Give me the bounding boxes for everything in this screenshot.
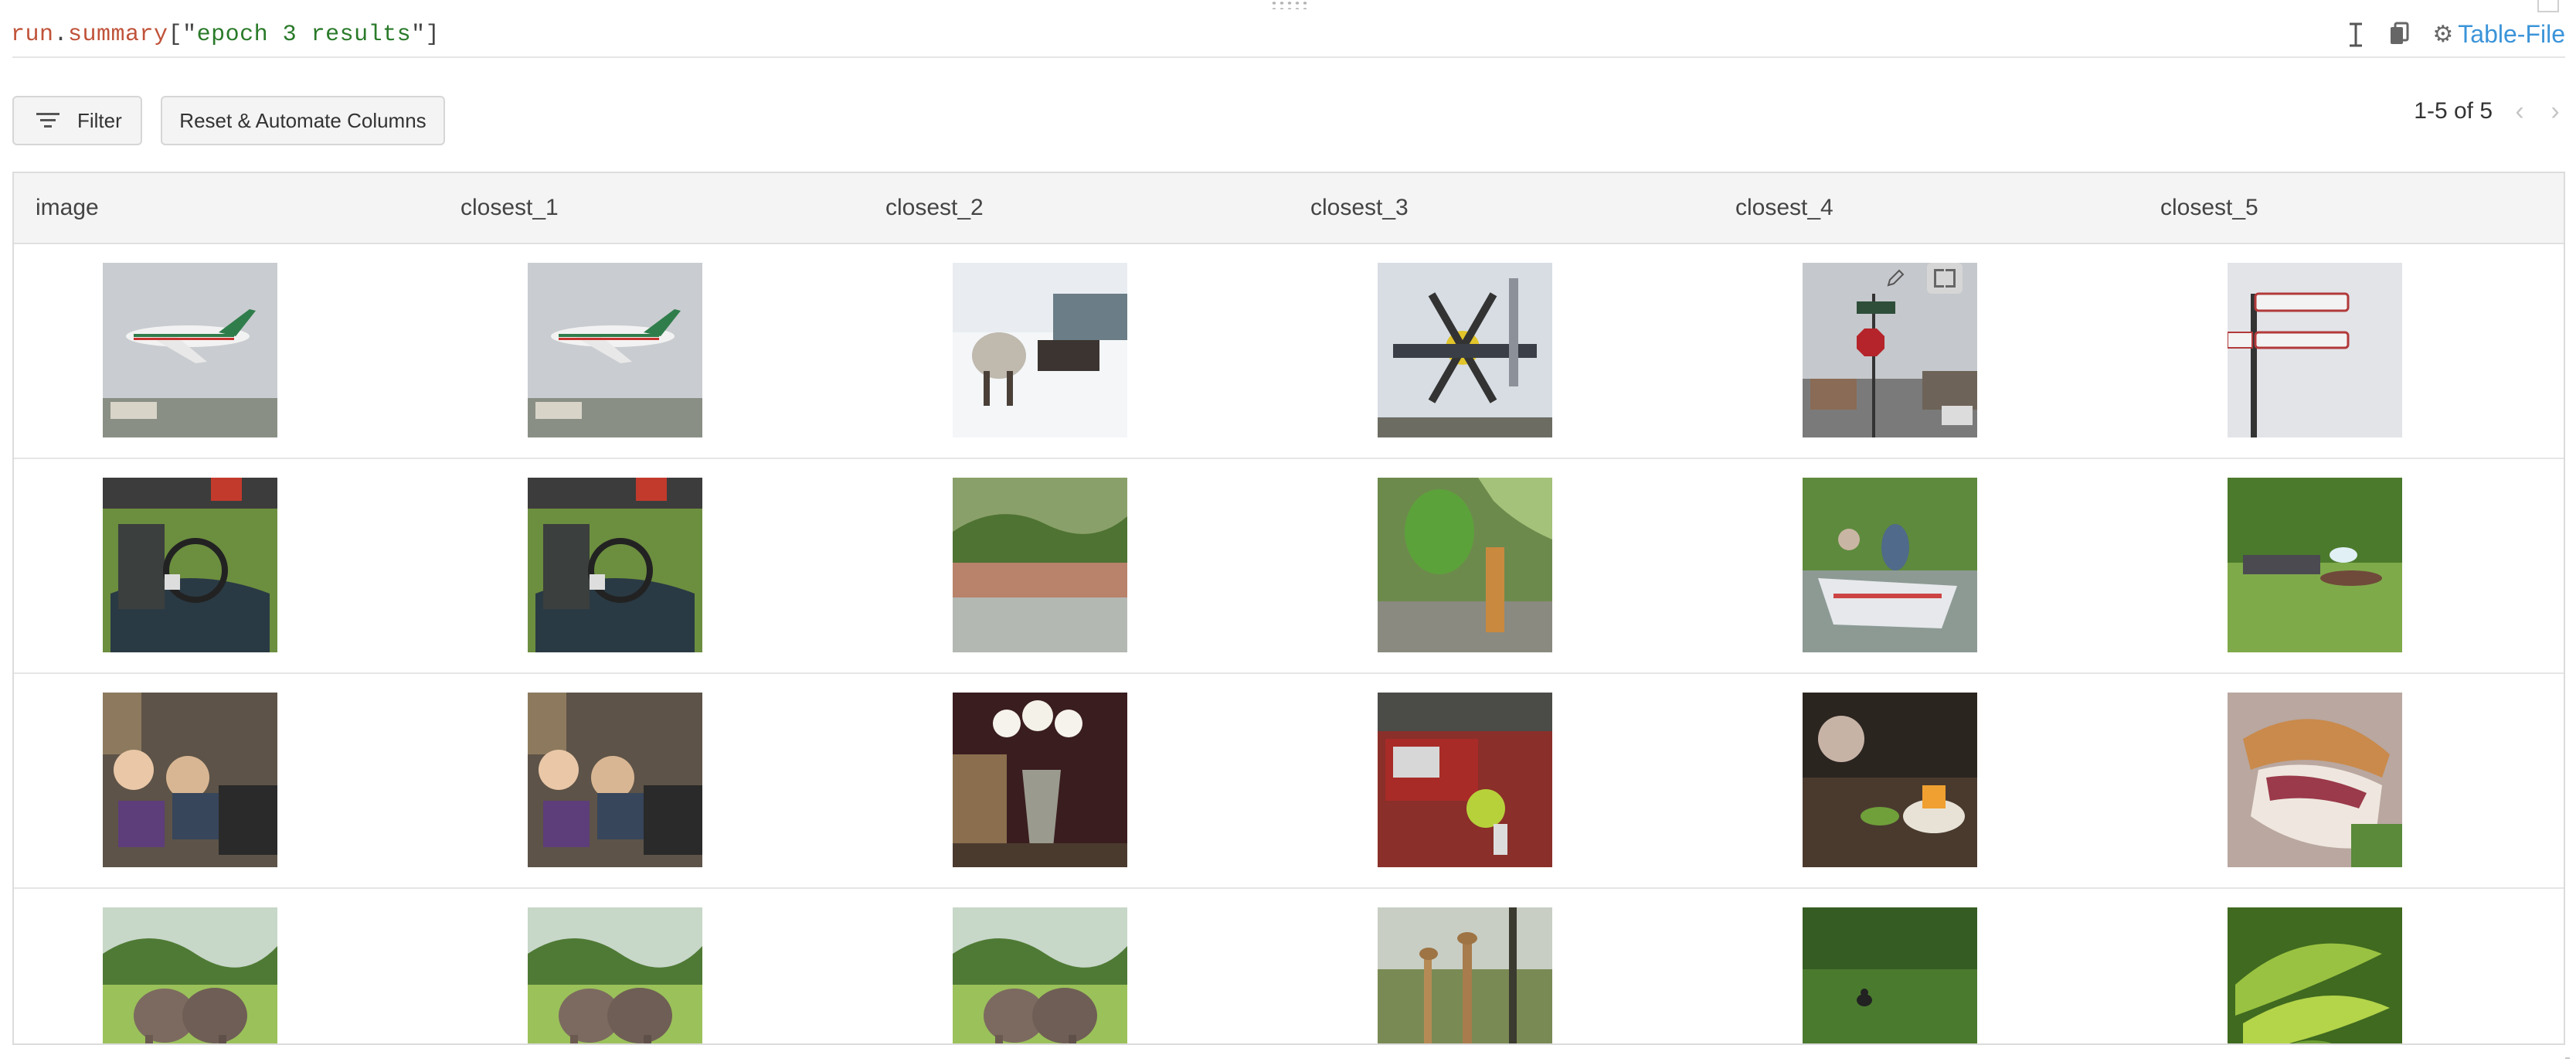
table-row <box>14 674 2564 889</box>
filter-icon <box>36 112 60 129</box>
table-row <box>14 459 2564 674</box>
table-file-link[interactable]: ⚙ Table-File <box>2432 20 2565 49</box>
table-cell <box>14 244 439 458</box>
reset-label: Reset & Automate Columns <box>179 108 427 132</box>
table-file-label: Table-File <box>2458 20 2565 48</box>
table-cell <box>14 674 439 887</box>
image-thumbnail[interactable] <box>103 693 277 867</box>
image-thumbnail[interactable] <box>103 263 277 437</box>
image-thumbnail[interactable] <box>1803 478 1977 652</box>
table-cell <box>864 674 1289 887</box>
table-cell <box>14 889 439 1043</box>
image-thumbnail[interactable] <box>2228 693 2402 867</box>
image-thumbnail[interactable] <box>1378 263 1552 437</box>
table-cell <box>1714 459 2139 672</box>
expr-attribute: summary <box>68 22 168 48</box>
table-cell <box>439 459 864 672</box>
column-header[interactable]: closest_5 <box>2139 173 2564 243</box>
panel-toolbar: ⚙ Table-File <box>2346 20 2565 49</box>
image-thumbnail[interactable] <box>528 907 702 1043</box>
table-cell <box>1289 889 1714 1043</box>
image-thumbnail[interactable] <box>953 263 1127 437</box>
table-cell <box>1714 244 2139 458</box>
column-header[interactable]: closest_4 <box>1714 173 2139 243</box>
chevron-right-icon[interactable]: › <box>2547 97 2564 127</box>
table-cell <box>1714 674 2139 887</box>
image-thumbnail[interactable] <box>2228 263 2402 437</box>
expr-dot: . <box>53 22 69 48</box>
pagination: 1-5 of 5 ‹ › <box>2414 96 2564 127</box>
column-header[interactable]: closest_2 <box>864 173 1289 243</box>
table-cell <box>1289 459 1714 672</box>
query-expression[interactable]: run.summary["epoch 3 results"] <box>11 22 440 48</box>
image-thumbnail[interactable] <box>1378 907 1552 1043</box>
image-thumbnail[interactable] <box>103 478 277 652</box>
filter-button[interactable]: Filter <box>12 96 142 145</box>
expand-icon[interactable] <box>1927 263 1963 294</box>
table-cell <box>2139 244 2564 458</box>
column-header[interactable]: closest_3 <box>1289 173 1714 243</box>
expr-open: [" <box>168 22 197 48</box>
table-row <box>14 889 2564 1043</box>
image-thumbnail[interactable] <box>953 907 1127 1043</box>
image-thumbnail[interactable] <box>1378 478 1552 652</box>
table-cell <box>14 459 439 672</box>
table-cell <box>1289 244 1714 458</box>
image-thumbnail[interactable] <box>1803 907 1977 1043</box>
image-thumbnail[interactable] <box>528 478 702 652</box>
table-cell <box>1714 889 2139 1043</box>
filter-label: Filter <box>77 108 122 132</box>
image-thumbnail[interactable] <box>528 263 702 437</box>
text-cursor-icon[interactable] <box>2346 22 2366 48</box>
image-thumbnail[interactable] <box>2228 907 2402 1043</box>
table-header: image closest_1 closest_2 closest_3 clos… <box>14 173 2564 244</box>
image-thumbnail[interactable] <box>953 478 1127 652</box>
expr-close: "] <box>411 22 440 48</box>
expr-key: epoch 3 results <box>196 22 412 48</box>
page-range: 1-5 of 5 <box>2414 98 2493 124</box>
image-thumbnail[interactable] <box>1378 693 1552 867</box>
expr-object: run <box>11 22 54 48</box>
table-cell <box>439 244 864 458</box>
table-cell <box>864 459 1289 672</box>
image-thumbnail[interactable] <box>103 907 277 1043</box>
table-row <box>14 244 2564 459</box>
table-body <box>14 244 2564 1043</box>
table-cell <box>2139 459 2564 672</box>
image-thumbnail[interactable] <box>2228 478 2402 652</box>
panel-corner-icon <box>2537 0 2559 12</box>
table-cell <box>1289 674 1714 887</box>
column-header[interactable]: image <box>14 173 439 243</box>
table-cell <box>864 889 1289 1043</box>
table-cell <box>2139 674 2564 887</box>
gear-icon: ⚙ <box>2432 22 2454 47</box>
table-cell <box>864 244 1289 458</box>
cell-hover-actions <box>1885 263 1963 294</box>
pencil-icon[interactable] <box>1885 268 1905 288</box>
results-table: image closest_1 closest_2 closest_3 clos… <box>12 172 2565 1045</box>
panel-drag-handle[interactable] <box>1270 0 1307 9</box>
reset-automate-columns-button[interactable]: Reset & Automate Columns <box>161 96 445 145</box>
table-cell <box>439 674 864 887</box>
header-divider <box>12 56 2565 58</box>
image-thumbnail[interactable] <box>953 693 1127 867</box>
resize-mark <box>2565 1057 2570 1059</box>
column-header[interactable]: closest_1 <box>439 173 864 243</box>
image-thumbnail[interactable] <box>528 693 702 867</box>
table-cell <box>439 889 864 1043</box>
copy-icon[interactable] <box>2389 22 2409 48</box>
table-cell <box>2139 889 2564 1043</box>
image-thumbnail[interactable] <box>1803 693 1977 867</box>
chevron-left-icon[interactable]: ‹ <box>2511 97 2528 127</box>
